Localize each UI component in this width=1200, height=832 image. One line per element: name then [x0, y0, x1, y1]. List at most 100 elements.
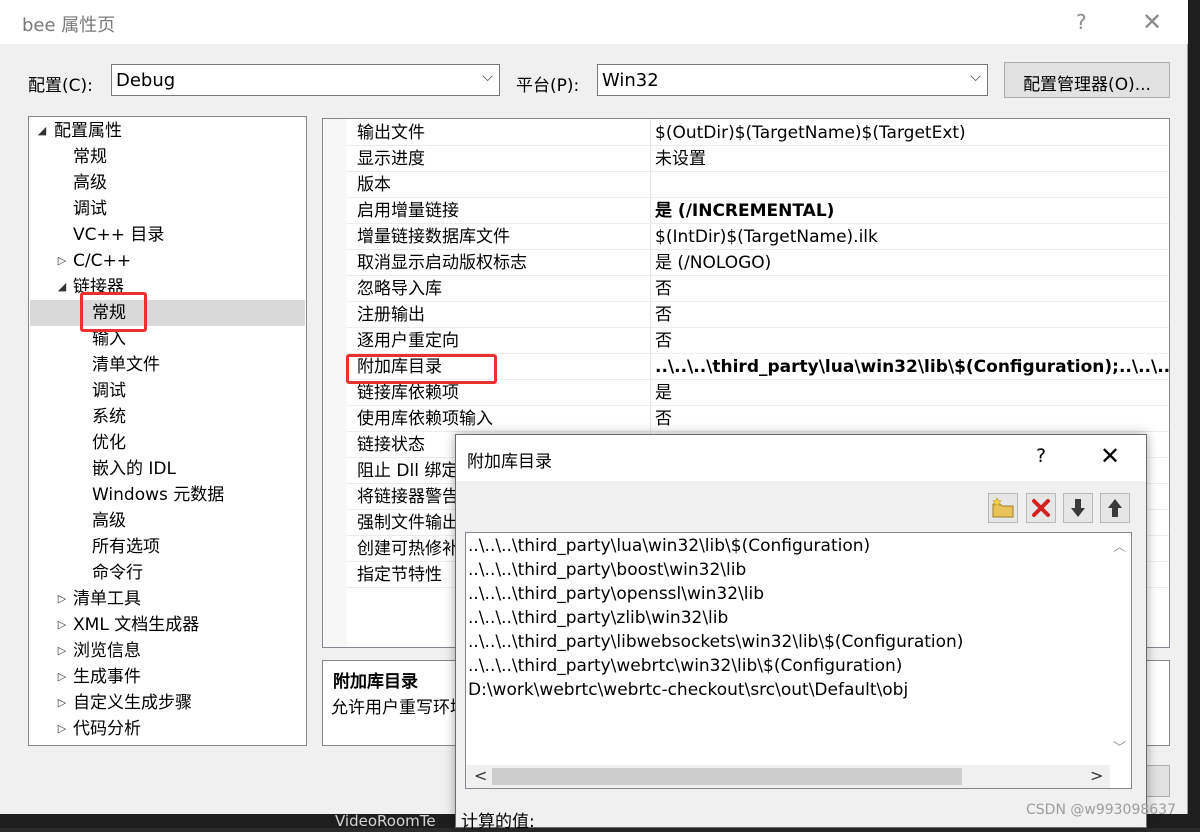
red-x-icon [1032, 499, 1050, 517]
property-row[interactable]: 注册输出 否 [323, 302, 1169, 328]
property-row[interactable]: 忽略导入库 否 [323, 276, 1169, 302]
platform-dropdown[interactable]: Win32 ⌵ [597, 64, 988, 96]
scroll-right-icon[interactable]: > [1090, 766, 1103, 785]
config-label: 配置(C): [28, 76, 93, 96]
property-value[interactable]: 否 [655, 406, 672, 432]
tree-item-label: 调试 [73, 199, 107, 219]
window-title: bee 属性页 [22, 15, 116, 36]
property-name: 指定节特性 [357, 565, 442, 585]
delete-button[interactable] [1026, 493, 1056, 523]
tree-item-label: 清单文件 [92, 355, 160, 375]
vertical-scrollbar[interactable]: ︿ ﹀ [1109, 533, 1131, 765]
tree-item-label: Windows 元数据 [92, 485, 225, 505]
arrow-up-icon [1108, 499, 1122, 517]
property-row[interactable]: 显示进度 未设置 [323, 146, 1169, 172]
property-name: 使用库依赖项输入 [357, 409, 493, 429]
property-name: 注册输出 [357, 305, 425, 325]
property-value[interactable]: 未设置 [655, 146, 706, 172]
property-row[interactable]: 增量链接数据库文件 $(IntDir)$(TargetName).ilk [323, 224, 1169, 250]
subdialog-close-button[interactable]: ✕ [1100, 442, 1120, 470]
scroll-up-icon[interactable]: ︿ [1113, 536, 1126, 555]
background-tab-text: VideoRoomTe [335, 812, 436, 830]
property-tree[interactable]: ◢ 配置属性 常规 高级 调试 VC++ 目录 ▷ C/C++ ◢ 链接器 常规 输入 清单文件 调试 系统… [28, 116, 307, 746]
subdialog-title-bar: 附加库目录 ? ✕ [456, 435, 1146, 481]
property-value[interactable]: 是 (/INCREMENTAL) [655, 198, 834, 224]
directory-entry[interactable]: ..\..\..\third_party\boost\win32\lib [468, 558, 746, 582]
watermark: CSDN @w993098637 [1026, 802, 1176, 818]
help-button[interactable]: ? [1076, 10, 1087, 34]
tree-item-label: 常规 [73, 147, 107, 167]
move-down-button[interactable] [1063, 493, 1093, 523]
horizontal-scroll-thumb[interactable] [492, 768, 962, 785]
property-name: 忽略导入库 [357, 279, 442, 299]
expand-arrow-icon[interactable]: ▷ [55, 690, 69, 716]
property-name: 版本 [357, 175, 391, 195]
tree-item-label: 浏览信息 [73, 641, 141, 661]
directory-entry[interactable]: ..\..\..\third_party\webrtc\win32\lib\$(… [468, 654, 902, 678]
close-button[interactable]: ✕ [1142, 8, 1162, 36]
directory-list[interactable]: ..\..\..\third_party\lua\win32\lib\$(Con… [465, 532, 1132, 789]
expand-arrow-icon[interactable]: ▷ [55, 716, 69, 742]
property-row[interactable]: 版本 [323, 172, 1169, 198]
property-name: 取消显示启动版权标志 [357, 253, 527, 273]
expand-arrow-icon[interactable]: ▷ [55, 586, 69, 612]
configuration-manager-button[interactable]: 配置管理器(O)... [1004, 62, 1170, 98]
property-value[interactable]: $(OutDir)$(TargetName)$(TargetExt) [655, 120, 966, 146]
tree-item-label: 命令行 [92, 563, 143, 583]
property-value[interactable]: 否 [655, 276, 672, 302]
property-name: 链接状态 [357, 435, 425, 455]
platform-label: 平台(P): [516, 76, 580, 96]
tree-item-label: 调试 [92, 381, 126, 401]
property-value[interactable]: 是 [655, 380, 672, 406]
collapse-arrow-icon[interactable]: ◢ [35, 118, 49, 144]
tree-item-label: 清单工具 [73, 589, 141, 609]
tree-item-label: VC++ 目录 [73, 225, 165, 245]
tree-item-label: C/C++ [73, 251, 131, 271]
property-value[interactable]: 否 [655, 328, 672, 354]
expand-arrow-icon[interactable]: ▷ [55, 612, 69, 638]
tree-item-label: 系统 [92, 407, 126, 427]
tree-item-label: 所有选项 [92, 537, 160, 557]
property-value[interactable]: 是 (/NOLOGO) [655, 250, 771, 276]
move-up-button[interactable] [1100, 493, 1130, 523]
property-name: 逐用户重定向 [357, 331, 459, 351]
tree-item-label: 配置属性 [54, 121, 122, 141]
computed-value-label: 计算的值: [461, 812, 535, 832]
property-name: 显示进度 [357, 149, 425, 169]
config-dropdown[interactable]: Debug ⌵ [111, 64, 500, 96]
property-row[interactable]: 取消显示启动版权标志 是 (/NOLOGO) [323, 250, 1169, 276]
highlight-box-additional-library-directories [346, 354, 497, 384]
platform-dropdown-value: Win32 [602, 70, 659, 91]
subdialog-help-button[interactable]: ? [1036, 445, 1046, 467]
property-value[interactable]: $(IntDir)$(TargetName).ilk [655, 224, 878, 250]
property-value[interactable]: 否 [655, 302, 672, 328]
property-row[interactable]: 使用库依赖项输入 否 [323, 406, 1169, 432]
chevron-down-icon: ⌵ [482, 69, 493, 85]
highlight-box-linker-general [80, 292, 147, 332]
folder-star-icon [992, 497, 1014, 518]
property-name: 启用增量链接 [357, 201, 459, 221]
directory-entry[interactable]: ..\..\..\third_party\openssl\win32\lib [468, 582, 764, 606]
directory-entry[interactable]: ..\..\..\third_party\lua\win32\lib\$(Con… [468, 534, 870, 558]
background-editor-right [1186, 0, 1200, 828]
directory-entry[interactable]: D:\work\webrtc\webrtc-checkout\src\out\D… [468, 678, 908, 702]
scroll-down-icon[interactable]: ﹀ [1113, 737, 1126, 756]
scroll-left-icon[interactable]: < [474, 766, 487, 785]
tree-item-label: 生成事件 [73, 667, 141, 687]
description-title: 附加库目录 [333, 672, 418, 692]
tree-item-label: 高级 [73, 173, 107, 193]
horizontal-scrollbar[interactable]: < > [466, 765, 1110, 788]
expand-arrow-icon[interactable]: ▷ [55, 248, 69, 274]
property-row[interactable]: 输出文件 $(OutDir)$(TargetName)$(TargetExt) [323, 120, 1169, 146]
tree-item-label: 优化 [92, 433, 126, 453]
new-line-button[interactable] [988, 493, 1018, 523]
property-value[interactable]: ..\..\..\third_party\lua\win32\lib\$(Con… [655, 354, 1169, 380]
property-row[interactable]: 启用增量链接 是 (/INCREMENTAL) [323, 198, 1169, 224]
directory-entry[interactable]: ..\..\..\third_party\libwebsockets\win32… [468, 630, 963, 654]
tree-selection-highlight [30, 300, 305, 326]
directory-entry[interactable]: ..\..\..\third_party\zlib\win32\lib [468, 606, 728, 630]
expand-arrow-icon[interactable]: ▷ [55, 638, 69, 664]
property-row[interactable]: 逐用户重定向 否 [323, 328, 1169, 354]
expand-arrow-icon[interactable]: ▷ [55, 664, 69, 690]
collapse-arrow-icon[interactable]: ◢ [55, 274, 69, 300]
